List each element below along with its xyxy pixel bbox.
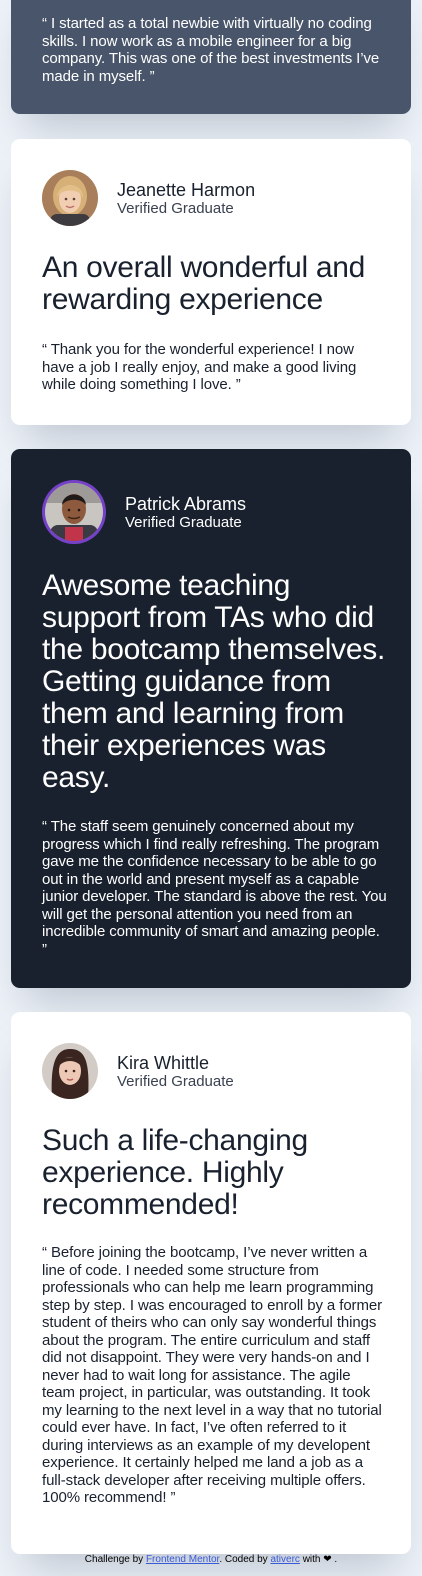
attribution-prefix: Challenge by	[84, 1554, 146, 1565]
testimonial-card-1: “ I started as a total newbie with virtu…	[11, 0, 411, 114]
testimonial-card-kira: Kira Whittle Verified Graduate Such a li…	[11, 1012, 411, 1554]
attribution: Challenge by Frontend Mentor. Coded by a…	[0, 1553, 422, 1567]
author-header: Kira Whittle Verified Graduate	[42, 1043, 234, 1099]
testimonial-heading: Such a life-changing experience. Highly …	[42, 1124, 308, 1221]
testimonial-quote-wrap: “ The staff seem genuinely concerned abo…	[42, 818, 387, 958]
testimonial-quote: “ The staff seem genuinely concerned abo…	[42, 818, 387, 958]
testimonial-heading-wrap: Awesome teaching support from TAs who di…	[42, 570, 387, 794]
author-info: Kira Whittle Verified Graduate	[117, 1053, 234, 1090]
attribution-suffix: with ❤ .	[299, 1554, 338, 1565]
kira-avatar-icon	[42, 1043, 98, 1099]
author-info: Jeanette Harmon Verified Graduate	[117, 180, 255, 217]
testimonial-quote-wrap: “ Before joining the bootcamp, I’ve neve…	[42, 1244, 387, 1507]
author-status: Verified Graduate	[117, 1072, 234, 1090]
frontend-mentor-link[interactable]: Frontend Mentor	[146, 1554, 219, 1565]
author-name: Jeanette Harmon	[117, 179, 256, 200]
testimonial-heading: Awesome teaching support from TAs who di…	[42, 569, 385, 794]
testimonial-card-patrick: Patrick Abrams Verified Graduate Awesome…	[11, 449, 411, 988]
author-header: Jeanette Harmon Verified Graduate	[42, 170, 255, 226]
testimonial-heading: An overall wonderful and rewarding exper…	[42, 251, 366, 316]
author-link[interactable]: ativerc	[270, 1554, 299, 1565]
author-header: Patrick Abrams Verified Graduate	[42, 480, 246, 544]
testimonial-heading-wrap: An overall wonderful and rewarding exper…	[42, 252, 387, 316]
testimonial-heading-wrap: Such a life-changing experience. Highly …	[42, 1125, 387, 1221]
author-status: Verified Graduate	[117, 199, 234, 217]
patrick-avatar-icon	[42, 480, 106, 544]
author-name: Patrick Abrams	[125, 493, 247, 514]
testimonial-quote: “ I started as a total newbie with virtu…	[42, 15, 380, 85]
jeanette-avatar-icon	[42, 170, 98, 226]
author-status: Verified Graduate	[125, 513, 242, 531]
author-info: Patrick Abrams Verified Graduate	[125, 494, 246, 531]
testimonial-quote: “ Thank you for the wonderful experience…	[42, 341, 357, 393]
testimonial-quote-wrap: “ Thank you for the wonderful experience…	[42, 341, 387, 394]
attribution-middle: . Coded by	[219, 1554, 271, 1565]
author-name: Kira Whittle	[117, 1052, 210, 1073]
testimonial-card-jeanette: Jeanette Harmon Verified Graduate An ove…	[11, 139, 411, 425]
testimonial-quote: “ Before joining the bootcamp, I’ve neve…	[42, 1244, 382, 1506]
